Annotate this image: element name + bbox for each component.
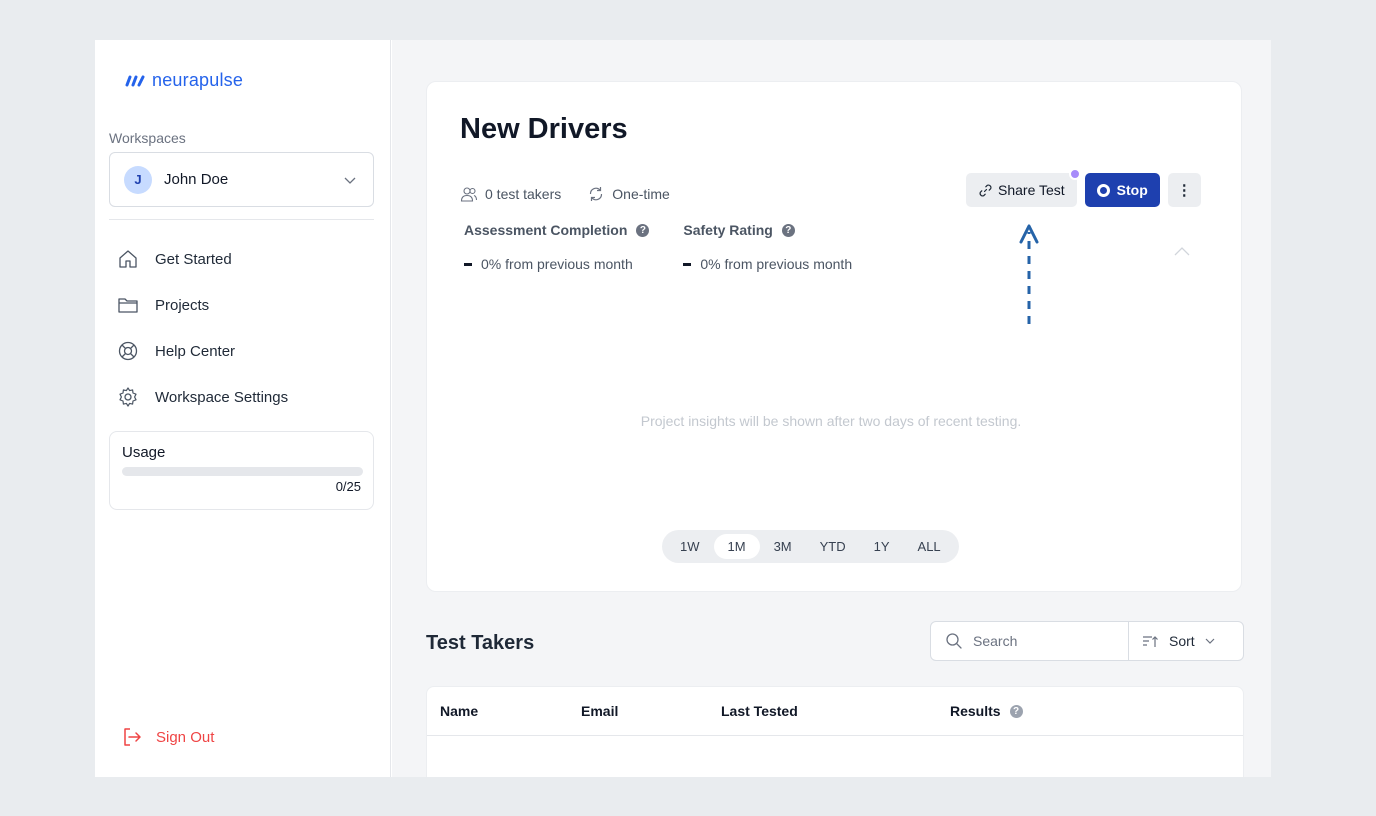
sidebar-item-help-center[interactable]: Help Center: [117, 328, 288, 374]
metric-label: Safety Rating ?: [683, 222, 852, 238]
sidebar-item-label: Projects: [155, 296, 210, 314]
users-icon: [460, 187, 478, 202]
annotation-arrow-icon: [1019, 224, 1039, 324]
metric-delta: 0% from previous month: [464, 256, 649, 272]
sort-button[interactable]: Sort: [1128, 621, 1244, 661]
time-range-selector: 1W 1M 3M YTD 1Y ALL: [662, 530, 959, 563]
range-ytd[interactable]: YTD: [806, 534, 860, 559]
sidebar-item-workspace-settings[interactable]: Workspace Settings: [117, 374, 288, 420]
brand-logo[interactable]: neurapulse: [124, 70, 243, 91]
link-icon: [979, 184, 992, 196]
sidebar-item-label: Help Center: [155, 342, 236, 360]
search-box: [930, 621, 1129, 661]
sidebar: neurapulse Workspaces J John Doe Get Sta…: [95, 40, 391, 777]
project-overview-card: New Drivers 0 test takers One-time Share…: [426, 81, 1242, 592]
range-1m[interactable]: 1M: [713, 534, 760, 559]
chevron-down-icon: [1205, 638, 1215, 644]
refresh-icon: [590, 187, 603, 201]
column-header-results-label: Results: [950, 703, 1001, 719]
brand-name: neurapulse: [152, 70, 244, 90]
notification-dot: [1068, 168, 1081, 180]
range-1y[interactable]: 1Y: [860, 534, 904, 559]
column-header-email[interactable]: Email: [581, 703, 618, 719]
metric-delta-text: 0% from previous month: [700, 256, 853, 272]
range-3m[interactable]: 3M: [760, 534, 806, 559]
sign-out-button[interactable]: Sign Out: [121, 726, 214, 748]
share-test-button[interactable]: Share Test: [966, 168, 1081, 207]
app-window: neurapulse Workspaces J John Doe Get Sta…: [95, 40, 1271, 777]
column-header-last-tested[interactable]: Last Tested: [721, 703, 798, 719]
test-frequency: One-time: [587, 185, 670, 203]
project-meta: 0 test takers One-time: [460, 185, 696, 203]
home-icon: [119, 250, 137, 268]
test-takers-count: 0 test takers: [460, 185, 561, 203]
sidebar-item-label: Workspace Settings: [155, 388, 289, 406]
page-title: New Drivers: [460, 113, 628, 145]
sidebar-nav: Get Started Projects Help Center Workspa…: [117, 236, 288, 420]
column-header-name[interactable]: Name: [440, 703, 478, 719]
chevron-down-icon: [344, 177, 356, 184]
sidebar-item-label: Get Started: [155, 250, 232, 268]
test-takers-label: 0 test takers: [485, 186, 562, 202]
usage-card: Usage 0/25: [109, 431, 374, 510]
metrics-row: Assessment Completion ? 0% from previous…: [464, 222, 886, 272]
avatar: J: [124, 165, 152, 194]
test-takers-table: Name Email Last Tested Results ?: [426, 686, 1244, 777]
sign-out-label: Sign Out: [156, 728, 215, 746]
dash-icon: [464, 262, 472, 266]
usage-progress-bar: [122, 467, 363, 476]
workspaces-label: Workspaces: [109, 130, 186, 146]
chevron-up-icon[interactable]: [1172, 242, 1192, 262]
test-frequency-label: One-time: [612, 186, 670, 202]
stop-icon: [1096, 183, 1110, 197]
sidebar-item-projects[interactable]: Projects: [117, 282, 288, 328]
search-icon: [946, 633, 962, 649]
test-takers-title: Test Takers: [426, 632, 535, 654]
workspace-selector[interactable]: J John Doe: [109, 152, 374, 207]
share-test-label: Share Test: [998, 182, 1065, 198]
main-content: New Drivers 0 test takers One-time Share…: [392, 40, 1271, 777]
help-icon[interactable]: ?: [1009, 704, 1023, 718]
stop-button[interactable]: Stop: [1084, 173, 1160, 207]
metric-label-text: Safety Rating: [683, 222, 773, 238]
range-all[interactable]: ALL: [904, 534, 955, 559]
sidebar-item-get-started[interactable]: Get Started: [117, 236, 288, 282]
usage-count: 0/25: [335, 479, 361, 494]
sort-icon: [1143, 636, 1158, 647]
workspace-name: John Doe: [164, 171, 229, 188]
search-input[interactable]: [973, 633, 1123, 649]
project-actions: Share Test Stop ⋮: [966, 168, 1201, 207]
folder-icon: [118, 298, 138, 313]
metric-delta: 0% from previous month: [683, 256, 852, 272]
lifebuoy-icon: [118, 341, 138, 361]
metric-delta-text: 0% from previous month: [481, 256, 633, 272]
table-header: Name Email Last Tested Results ?: [427, 687, 1243, 736]
usage-label: Usage: [122, 444, 166, 461]
stop-label: Stop: [1116, 182, 1148, 198]
more-options-button[interactable]: ⋮: [1167, 173, 1201, 207]
gear-icon: [119, 387, 137, 407]
sort-label: Sort: [1169, 633, 1195, 649]
brand-logo-icon: [125, 75, 145, 86]
metric-label-text: Assessment Completion: [464, 222, 628, 238]
metric-safety-rating: Safety Rating ? 0% from previous month: [683, 222, 852, 272]
sidebar-divider: [109, 219, 374, 220]
column-header-results[interactable]: Results ?: [950, 703, 1023, 719]
metric-assessment-completion: Assessment Completion ? 0% from previous…: [464, 222, 650, 272]
metric-label: Assessment Completion ?: [464, 222, 650, 238]
help-icon[interactable]: ?: [636, 223, 650, 237]
range-1w[interactable]: 1W: [666, 534, 714, 559]
dash-icon: [683, 262, 692, 266]
help-icon[interactable]: ?: [781, 223, 795, 237]
insights-empty-message: Project insights will be shown after two…: [640, 413, 1022, 429]
sign-out-icon: [124, 728, 141, 746]
